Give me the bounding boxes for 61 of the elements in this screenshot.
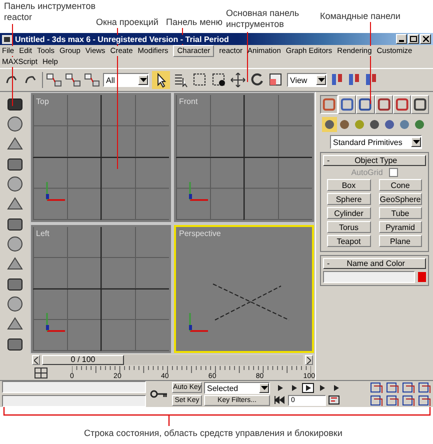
annotation-label: Строка состояния, область средств управления и блокировки bbox=[84, 428, 342, 438]
motion-tab-icon[interactable] bbox=[374, 95, 393, 114]
primitive-button[interactable]: Sphere bbox=[327, 193, 370, 205]
modify-tab-icon[interactable] bbox=[338, 95, 356, 114]
annotation-label: Командные панели bbox=[320, 11, 402, 22]
unlink-icon[interactable] bbox=[65, 73, 81, 87]
link-icon[interactable] bbox=[46, 73, 62, 87]
reference-coordinate-dropdown[interactable]: View bbox=[287, 73, 327, 87]
systems-category-icon[interactable] bbox=[412, 117, 427, 132]
primitive-button[interactable]: Tube bbox=[378, 207, 422, 219]
autogrid-label: AutoGrid bbox=[351, 168, 383, 177]
select-by-name-icon[interactable] bbox=[173, 72, 189, 88]
primitive-button[interactable]: Cone bbox=[378, 179, 422, 191]
close-icon bbox=[422, 36, 428, 42]
app-icon bbox=[2, 34, 12, 44]
cameras-category-icon[interactable] bbox=[367, 117, 382, 132]
color-swatch[interactable] bbox=[418, 272, 426, 282]
utilities-tab-icon[interactable] bbox=[410, 95, 430, 114]
rollout-header[interactable]: - Name and Color bbox=[323, 258, 426, 269]
maximize-button[interactable] bbox=[408, 34, 419, 44]
move-icon[interactable] bbox=[230, 72, 246, 88]
primitive-button[interactable]: Cylinder bbox=[327, 207, 370, 219]
geometry-category-icon[interactable] bbox=[322, 117, 337, 132]
primitive-button[interactable]: Teapot bbox=[327, 235, 370, 247]
create-tab-icon[interactable] bbox=[320, 95, 338, 114]
close-button[interactable] bbox=[420, 34, 431, 44]
caret-icon bbox=[140, 78, 146, 82]
window-crossing-icon[interactable] bbox=[211, 72, 227, 88]
rollout-header[interactable]: - Object Type bbox=[323, 155, 426, 166]
helpers-category-icon[interactable] bbox=[382, 117, 397, 132]
annotation-label: Основная панель инструментов bbox=[226, 8, 300, 30]
time-configuration-icon[interactable] bbox=[328, 395, 340, 405]
spacewarps-category-icon[interactable] bbox=[397, 117, 412, 132]
category-dropdown[interactable]: Standard Primitives bbox=[330, 135, 422, 149]
caret-icon bbox=[412, 140, 420, 144]
rotate-icon[interactable] bbox=[249, 72, 265, 88]
next-button[interactable] bbox=[305, 355, 313, 365]
caret-icon bbox=[260, 386, 268, 390]
primitive-button[interactable]: Torus bbox=[327, 221, 370, 233]
scale-icon[interactable] bbox=[268, 72, 284, 88]
annotation-label: Панель инструментов reactor bbox=[4, 1, 96, 23]
primitive-button[interactable]: GeoSphere bbox=[378, 193, 422, 205]
display-tab-icon[interactable] bbox=[392, 95, 411, 114]
name-field[interactable] bbox=[323, 271, 415, 283]
hierarchy-tab-icon[interactable] bbox=[356, 95, 375, 114]
primitive-button[interactable]: Box bbox=[327, 179, 370, 191]
shapes-category-icon[interactable] bbox=[337, 117, 352, 132]
selection-filter-dropdown[interactable]: All bbox=[103, 73, 149, 87]
primitive-button[interactable]: Plane bbox=[378, 235, 422, 247]
previous-button[interactable] bbox=[32, 355, 40, 365]
window-title: Untitled - 3ds max 6 - Unregistered Version - Trial Period bbox=[15, 34, 229, 44]
play-icon[interactable] bbox=[302, 382, 314, 392]
minimize-button[interactable] bbox=[396, 34, 407, 44]
bind-icon[interactable] bbox=[84, 73, 100, 87]
rectangle-selection-icon[interactable] bbox=[192, 72, 208, 88]
key-mode-dropdown[interactable]: Selected bbox=[204, 382, 270, 394]
leader-line bbox=[247, 32, 248, 82]
primitive-button[interactable]: Pyramid bbox=[378, 221, 422, 233]
caret-icon bbox=[318, 78, 324, 82]
time-slider-thumb[interactable]: 0 / 100 bbox=[42, 355, 124, 365]
key-icon[interactable] bbox=[150, 390, 168, 398]
